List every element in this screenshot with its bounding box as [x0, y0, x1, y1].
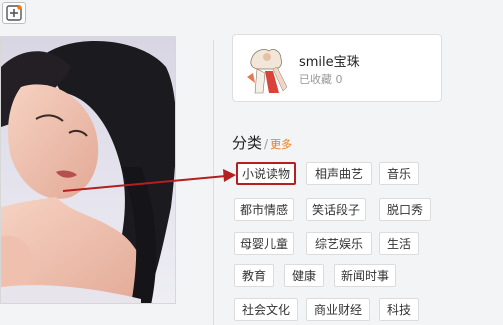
add-square-icon [6, 5, 22, 21]
tag-variety[interactable]: 综艺娱乐 [306, 232, 372, 255]
tag-news[interactable]: 新闻时事 [334, 264, 396, 287]
tag-novel-reading[interactable]: 小说读物 [236, 162, 296, 185]
category-title: 分类 [232, 134, 263, 152]
avatar[interactable] [243, 43, 291, 95]
user-card[interactable]: smile宝珠 已收藏 0 [232, 34, 442, 102]
user-name[interactable]: smile宝珠 [299, 51, 360, 70]
portrait-image [0, 36, 176, 304]
favorites-count: 已收藏 0 [299, 73, 343, 86]
tag-mother-baby[interactable]: 母婴儿童 [234, 232, 294, 255]
more-link[interactable]: 更多 [270, 138, 292, 151]
tag-technology[interactable]: 科技 [379, 298, 419, 321]
category-slash: / [264, 137, 269, 151]
tag-jokes[interactable]: 笑话段子 [306, 198, 366, 221]
illustrated-avatar-icon [243, 43, 291, 95]
tag-education[interactable]: 教育 [234, 264, 274, 287]
tag-music[interactable]: 音乐 [379, 162, 419, 185]
column-divider [213, 40, 214, 325]
tag-life[interactable]: 生活 [379, 232, 419, 255]
add-button[interactable] [2, 2, 26, 24]
category-heading: 分类 / 更多 [232, 132, 292, 153]
tag-crosstalk-opera[interactable]: 相声曲艺 [306, 162, 372, 185]
tag-talk-show[interactable]: 脱口秀 [379, 198, 431, 221]
tag-society-culture[interactable]: 社会文化 [234, 298, 298, 321]
tag-business[interactable]: 商业财经 [306, 298, 370, 321]
page-root: smile宝珠 已收藏 0 分类 / 更多 小说读物 相声曲艺 音乐 都市情感 笑话… [0, 0, 503, 325]
tag-urban-emotion[interactable]: 都市情感 [234, 198, 294, 221]
tag-health[interactable]: 健康 [284, 264, 324, 287]
